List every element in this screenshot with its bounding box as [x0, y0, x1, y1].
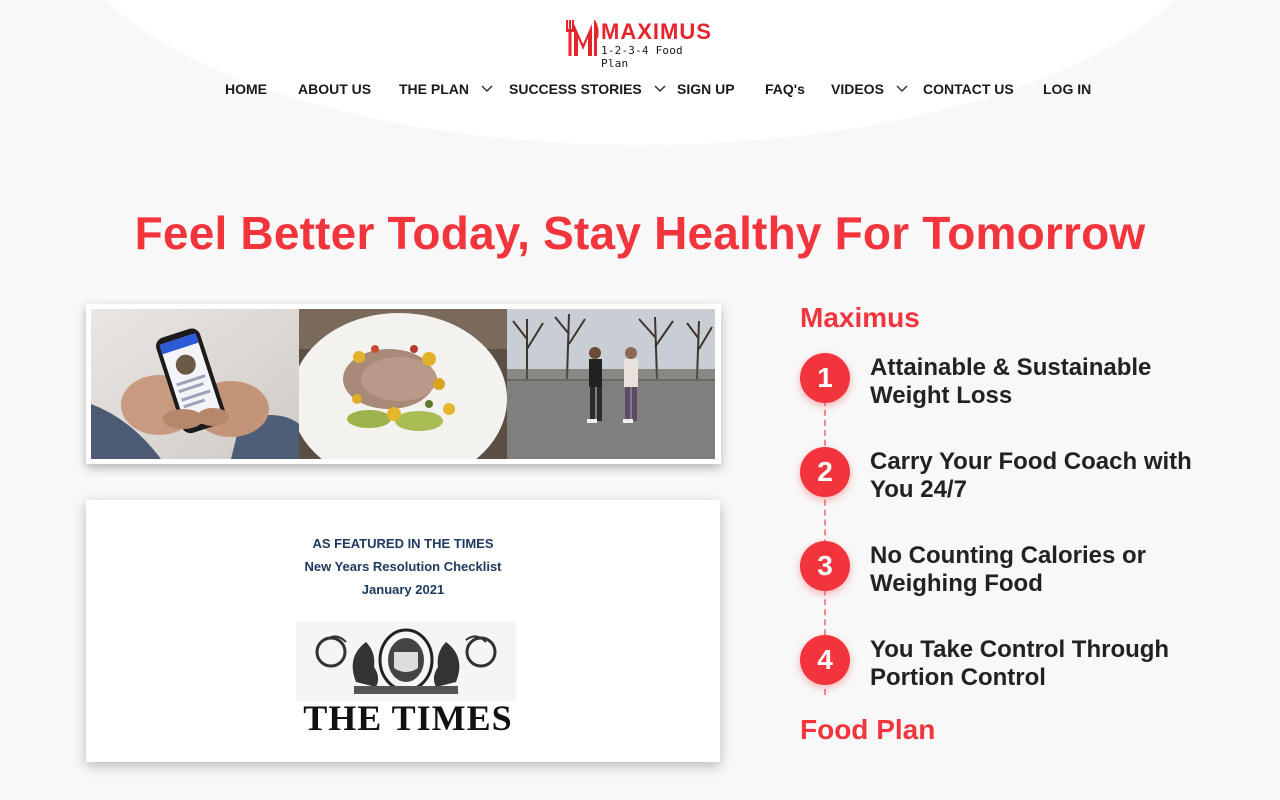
nav-label: FAQ's	[765, 81, 805, 97]
the-times-logo: THE TIMES	[303, 698, 513, 738]
nav-label: HOME	[225, 81, 267, 97]
nav-faqs[interactable]: FAQ's	[765, 78, 805, 100]
nav-label: VIDEOS	[831, 81, 884, 97]
main-nav: HOME ABOUT US THE PLAN SUCCESS STORIES S…	[0, 78, 1280, 100]
nav-label: SIGN UP	[677, 81, 735, 97]
step-text: Carry Your Food Coach with You 24/7	[870, 448, 1192, 503]
press-heading: AS FEATURED IN THE TIMES	[312, 536, 494, 551]
step-number-badge: 4	[800, 635, 850, 685]
press-subheading: New Years Resolution Checklist	[304, 559, 502, 574]
chevron-down-icon	[481, 85, 493, 93]
couple-walking-photo	[507, 309, 715, 459]
nav-videos[interactable]: VIDEOS	[831, 78, 908, 100]
nav-contact-us[interactable]: CONTACT US	[923, 78, 1014, 100]
nav-the-plan[interactable]: THE PLAN	[399, 78, 493, 100]
step-text: You Take Control Through Portion Control	[870, 636, 1170, 691]
press-date: January 2021	[361, 582, 445, 597]
nav-about-us[interactable]: ABOUT US	[298, 78, 371, 100]
chevron-down-icon	[654, 85, 666, 93]
food-plan-title: Food Plan	[800, 714, 936, 745]
photo-strip	[86, 304, 721, 464]
nav-success-stories[interactable]: SUCCESS STORIES	[509, 78, 666, 100]
nav-label: ABOUT US	[298, 81, 372, 97]
nav-label: CONTACT US	[923, 81, 1014, 97]
nav-log-in[interactable]: LOG IN	[1043, 78, 1091, 100]
nav-home[interactable]: HOME	[225, 78, 267, 100]
nav-sign-up[interactable]: SIGN UP	[677, 78, 735, 100]
coat-of-arms-icon	[296, 622, 516, 702]
step-number-badge: 3	[800, 541, 850, 591]
nav-label: SUCCESS STORIES	[509, 81, 642, 97]
step-number-badge: 2	[800, 447, 850, 497]
nav-label: LOG IN	[1043, 81, 1092, 97]
step-number-badge: 1	[800, 353, 850, 403]
step-text: No Counting Calories or Weighing Food	[870, 542, 1146, 597]
fork-knife-logo-icon	[566, 20, 599, 56]
phone-app-photo	[91, 309, 299, 459]
hero-headline: Feel Better Today, Stay Healthy For Tomo…	[134, 207, 1146, 259]
nav-label: THE PLAN	[399, 81, 469, 97]
logo-tagline: 1-2-3-4 Food Plan	[601, 44, 683, 70]
tuna-salad-photo	[299, 309, 507, 459]
features-title: Maximus	[800, 302, 920, 333]
step-text: Attainable & Sustainable Weight Loss	[870, 354, 1152, 409]
chevron-down-icon	[896, 85, 908, 93]
logo-wordmark: MAXIMUS	[601, 19, 712, 44]
site-logo[interactable]: MAXIMUS 1-2-3-4 Food Plan	[564, 18, 716, 70]
